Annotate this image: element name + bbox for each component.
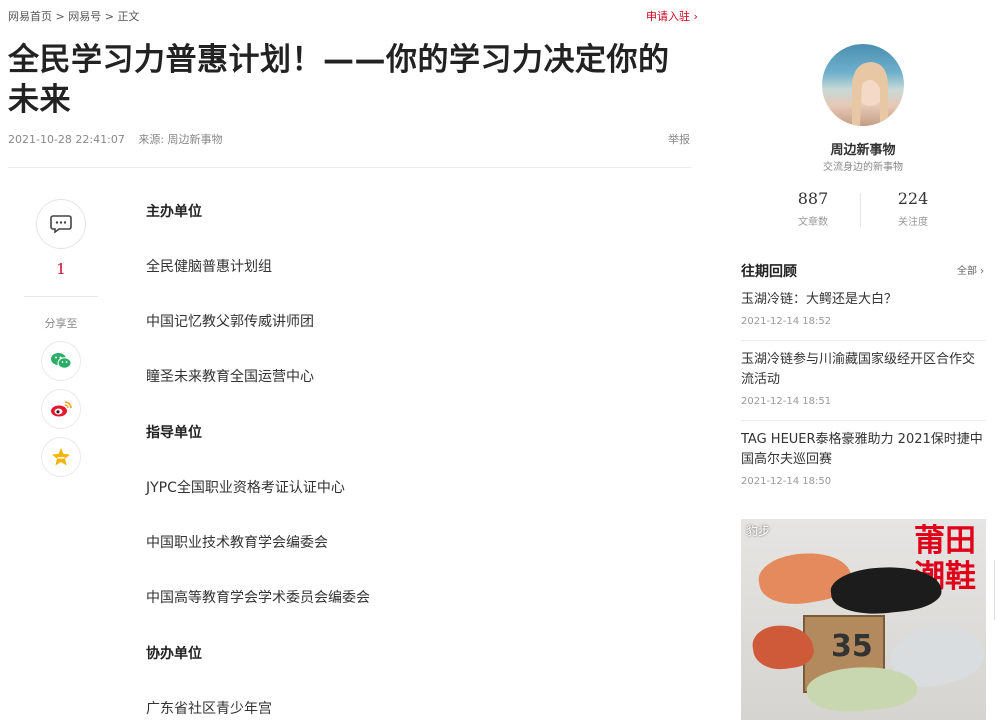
follow-count-value: 224 — [897, 189, 929, 208]
divider — [741, 340, 986, 341]
author-avatar[interactable] — [822, 44, 904, 126]
breadcrumb-home[interactable]: 网易首页 — [8, 10, 52, 23]
section-heading: 指导单位 — [146, 425, 202, 441]
past-article-item[interactable]: 玉湖冷链：大鳄还是大白？ 2021-12-14 18:52 — [741, 290, 986, 327]
body-paragraph: 广东省社区青少年宫 — [146, 701, 272, 717]
breadcrumb-section[interactable]: 网易号 — [68, 10, 101, 23]
avatar-photo — [852, 62, 888, 126]
ad-brand: 豹步 — [746, 524, 771, 538]
advertisement-banner[interactable]: 豹步 莆田潮鞋 35 — [741, 519, 986, 720]
article-count-label: 文章数 — [798, 217, 828, 228]
body-paragraph: 中国高等教育学会学术委员会编委会 — [146, 590, 370, 606]
shoe-box-number: 35 — [831, 629, 873, 664]
share-favorite-button[interactable] — [41, 437, 81, 477]
past-article-title[interactable]: 玉湖冷链：大鳄还是大白？ — [741, 290, 986, 310]
past-article-item[interactable]: TAG HEUER泰格豪雅助力 2021保时捷中国高尔夫巡回赛 2021-12-… — [741, 430, 986, 487]
comment-button[interactable] — [36, 199, 86, 249]
breadcrumb-separator: > — [104, 10, 114, 23]
article-meta: 2021-10-28 22:41:07 来源: 周边新事物 — [8, 131, 223, 147]
body-paragraph: 瞳圣未来教育全国运营中心 — [146, 369, 314, 385]
edge-tab[interactable] — [994, 560, 1000, 620]
divider — [8, 167, 692, 168]
divider — [741, 420, 986, 421]
past-article-date: 2021-12-14 18:51 — [741, 396, 832, 407]
author-description: 交流身边的新事物 — [823, 162, 903, 173]
past-article-date: 2021-12-14 18:50 — [741, 476, 832, 487]
breadcrumb: 网易首页 > 网易号 > 正文 — [8, 8, 139, 24]
past-article-title[interactable]: 玉湖冷链参与川渝藏国家级经开区合作交流活动 — [741, 350, 986, 390]
favorite-icon — [52, 448, 70, 466]
share-weibo-button[interactable] — [41, 389, 81, 429]
report-link[interactable]: 举报 — [668, 131, 690, 147]
body-paragraph: JYPC全国职业资格考证认证中心 — [146, 480, 345, 496]
body-paragraph: 中国职业技术教育学会编委会 — [146, 535, 328, 551]
article-count-value: 887 — [797, 189, 829, 208]
past-article-title[interactable]: TAG HEUER泰格豪雅助力 2021保时捷中国高尔夫巡回赛 — [741, 430, 986, 470]
divider — [860, 193, 861, 227]
breadcrumb-current: 正文 — [117, 10, 140, 23]
comment-icon — [50, 215, 72, 234]
article-source[interactable]: 来源: 周边新事物 — [138, 133, 222, 146]
share-wechat-button[interactable] — [41, 341, 81, 381]
view-all-link[interactable]: 全部 › — [957, 262, 984, 277]
breadcrumb-separator: > — [55, 10, 65, 23]
body-paragraph: 中国记忆教父郭传威讲师团 — [146, 314, 314, 330]
apply-join-link[interactable]: 申请入驻 › — [646, 8, 698, 24]
share-label: 分享至 — [44, 317, 78, 330]
author-name[interactable]: 周边新事物 — [800, 139, 926, 158]
divider — [24, 296, 98, 297]
wechat-icon — [51, 353, 72, 369]
article-title: 全民学习力普惠计划！——你的学习力决定你的未来 — [8, 42, 670, 118]
past-article-date: 2021-12-14 18:52 — [741, 316, 832, 327]
article-datetime: 2021-10-28 22:41:07 — [8, 133, 125, 146]
past-articles-heading: 往期回顾 — [741, 264, 797, 280]
comment-count[interactable]: 1 — [36, 260, 86, 278]
weibo-icon — [51, 401, 72, 417]
follow-count-label: 关注度 — [898, 217, 928, 228]
section-heading: 协办单位 — [146, 646, 202, 662]
past-article-item[interactable]: 玉湖冷链参与川渝藏国家级经开区合作交流活动 2021-12-14 18:51 — [741, 350, 986, 407]
section-heading: 主办单位 — [146, 204, 202, 220]
body-paragraph: 全民健脑普惠计划组 — [146, 259, 272, 275]
